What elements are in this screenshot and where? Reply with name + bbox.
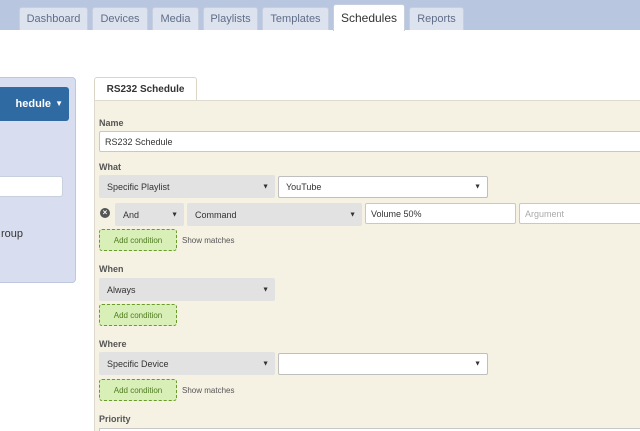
dropdown-arrow-icon: ▼	[262, 183, 269, 190]
condition-value-input[interactable]: Volume 50%	[365, 203, 516, 224]
dropdown-arrow-icon: ▼	[171, 211, 178, 218]
tab-reports[interactable]: Reports	[409, 7, 464, 30]
dropdown-arrow-icon: ▼	[474, 360, 481, 368]
dropdown-arrow-icon: ▼	[474, 183, 481, 191]
condition-field-select[interactable]: Command ▼	[187, 203, 362, 226]
when-add-condition-button[interactable]: Add condition	[99, 304, 177, 326]
main-nav: Dashboard Devices Media Playlists Templa…	[0, 0, 640, 31]
name-label: Name	[99, 118, 124, 128]
where-label: Where	[99, 339, 127, 349]
playlist-value: YouTube	[286, 182, 322, 192]
conjunction-value: And	[123, 209, 140, 220]
tab-media[interactable]: Media	[152, 7, 199, 30]
where-add-condition-button[interactable]: Add condition	[99, 379, 177, 401]
what-add-condition-button[interactable]: Add condition	[99, 229, 177, 251]
remove-condition-icon[interactable]: ×	[100, 208, 110, 218]
what-type-value: Specific Playlist	[107, 181, 170, 192]
sidebar-search-input[interactable]	[0, 176, 63, 197]
when-label: When	[99, 264, 124, 274]
sidebar-panel: hedule ▼ roup	[0, 77, 76, 283]
priority-label: Priority	[99, 414, 131, 424]
dropdown-arrow-icon: ▼	[262, 360, 269, 367]
what-show-matches-link[interactable]: Show matches	[182, 236, 234, 245]
when-value: Always	[107, 284, 136, 295]
what-type-select[interactable]: Specific Playlist ▼	[99, 175, 275, 198]
playlist-select[interactable]: YouTube ▼	[278, 176, 488, 198]
argument-input[interactable]: Argument	[519, 203, 640, 224]
tab-devices[interactable]: Devices	[92, 7, 148, 30]
tab-schedules[interactable]: Schedules	[333, 4, 405, 31]
when-select[interactable]: Always ▼	[99, 278, 275, 301]
tab-templates[interactable]: Templates	[262, 7, 329, 30]
schedule-tab[interactable]: RS232 Schedule	[94, 77, 197, 101]
where-show-matches-link[interactable]: Show matches	[182, 386, 234, 395]
conjunction-select[interactable]: And ▼	[115, 203, 184, 226]
condition-field-value: Command	[195, 209, 237, 220]
device-select[interactable]: ▼	[278, 353, 488, 375]
tab-dashboard[interactable]: Dashboard	[19, 7, 88, 30]
new-schedule-button[interactable]: hedule ▼	[0, 87, 69, 121]
schedule-button-label: hedule	[15, 98, 51, 110]
name-input[interactable]: RS232 Schedule	[99, 131, 640, 152]
caret-down-icon: ▼	[55, 99, 63, 108]
where-type-select[interactable]: Specific Device ▼	[99, 352, 275, 375]
what-label: What	[99, 162, 121, 172]
dropdown-arrow-icon: ▼	[349, 211, 356, 218]
sidebar-group-label: roup	[1, 228, 24, 240]
where-type-value: Specific Device	[107, 358, 169, 369]
dropdown-arrow-icon: ▼	[262, 286, 269, 293]
tab-playlists[interactable]: Playlists	[203, 7, 258, 30]
